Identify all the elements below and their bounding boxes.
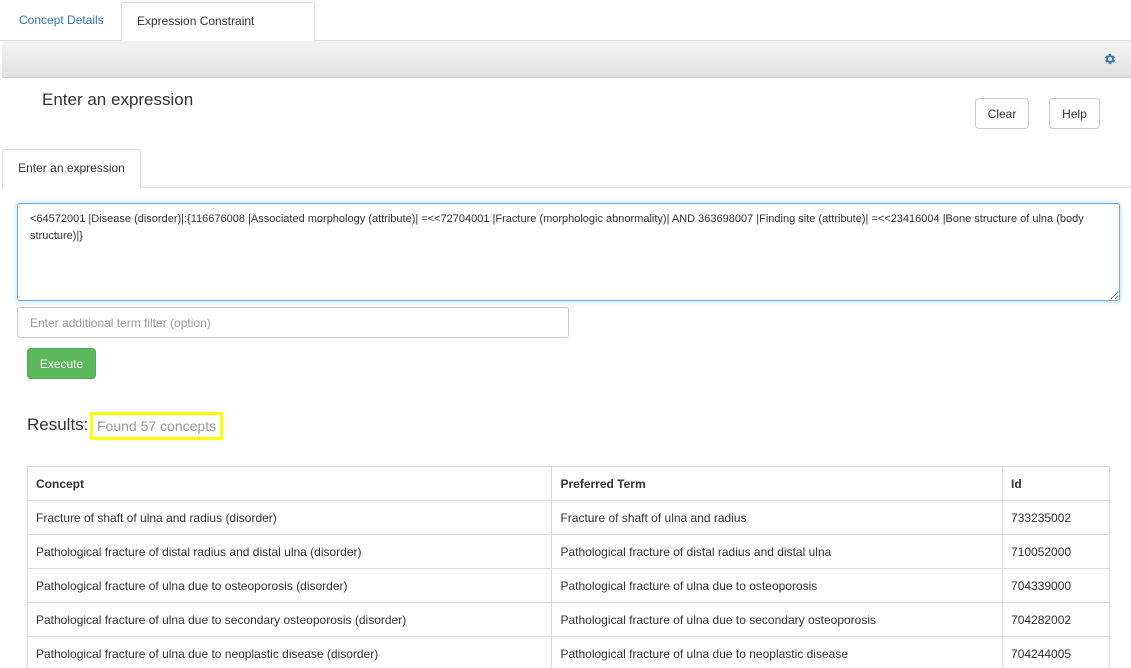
cell-concept: Pathological fracture of ulna due to neo… [26,636,553,668]
table-row[interactable]: Pathological fracture of ulna due to neo… [26,636,1110,668]
expression-textarea[interactable]: <64572001 |Disease (disorder)|:{11667600… [17,203,1120,301]
gear-icon[interactable] [1103,52,1117,66]
cell-concept: Pathological fracture of distal radius a… [26,534,553,569]
page-title: Enter an expression [42,90,194,109]
help-button[interactable]: Help [1049,98,1100,129]
subtab-enter-expression[interactable]: Enter an expression [2,149,141,188]
tab-concept-details[interactable]: Concept Details [4,2,119,41]
results-label: Results: [27,415,89,434]
cell-concept: Pathological fracture of ulna due to sec… [26,602,553,637]
column-header-id[interactable]: Id [1002,466,1110,501]
cell-id: 704339000 [1002,568,1110,603]
panel-toolbar [2,41,1131,78]
table-row[interactable]: Pathological fracture of distal radius a… [26,534,1110,569]
results-table: Concept Preferred Term Id Fracture of sh… [26,466,1110,668]
results-count: Found 57 concepts [90,412,224,440]
top-tab-bar: Concept Details Expression Constraint Qu… [0,0,1131,65]
column-header-preferred-term[interactable]: Preferred Term [551,466,1004,501]
table-row[interactable]: Pathological fracture of ulna due to sec… [26,602,1110,637]
column-header-concept[interactable]: Concept [26,466,553,501]
execute-button[interactable]: Execute [27,348,96,379]
cell-preferred-term: Pathological fracture of ulna due to neo… [551,636,1004,668]
table-row[interactable]: Fracture of shaft of ulna and radius (di… [26,500,1110,535]
tab-expression-constraint-queries[interactable]: Expression Constraint Queries [121,2,315,65]
cell-concept: Pathological fracture of ulna due to ost… [26,568,553,603]
cell-id: 704244005 [1002,636,1110,668]
cell-id: 710052000 [1002,534,1110,569]
cell-concept: Fracture of shaft of ulna and radius (di… [26,500,553,535]
cell-preferred-term: Pathological fracture of distal radius a… [551,534,1004,569]
cell-id: 733235002 [1002,500,1110,535]
term-filter-input[interactable] [17,307,569,338]
table-header-row: Concept Preferred Term Id [26,466,1110,501]
cell-preferred-term: Pathological fracture of ulna due to ost… [551,568,1004,603]
cell-id: 704282002 [1002,602,1110,637]
cell-preferred-term: Pathological fracture of ulna due to sec… [551,602,1004,637]
expression-subtab-bar: Enter an expression [2,148,1131,188]
cell-preferred-term: Fracture of shaft of ulna and radius [551,500,1004,535]
clear-button[interactable]: Clear [975,98,1029,129]
table-row[interactable]: Pathological fracture of ulna due to ost… [26,568,1110,603]
